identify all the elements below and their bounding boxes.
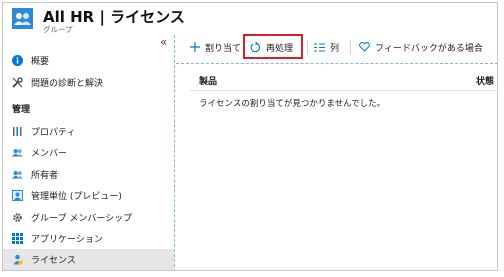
sidebar-item-label: ライセンス [31,256,76,266]
sidebar-item-owners[interactable]: 所有者 [3,164,174,185]
collapse-sidebar-button[interactable]: « [160,35,167,49]
members-icon [12,147,23,158]
info-icon [12,55,23,66]
reprocess-button-label: 再処理 [266,43,294,54]
sidebar-item-group-membership[interactable]: グループ メンバーシップ [3,207,174,228]
license-table: 製品 状態 ライセンスの割り当てが見つかりませんでした。 [176,63,497,270]
columns-button-label: 列 [330,43,340,54]
section-label-manage: 管理 [12,105,31,115]
header-divider [190,90,497,91]
column-header-product[interactable]: 製品 [199,74,217,87]
sidebar-item-diagnose-solve[interactable]: 問題の診断と解決 [3,72,174,93]
empty-state-message: ライセンスの割り当てが見つかりませんでした。 [199,99,386,109]
admin-unit-icon [12,190,23,201]
feedback-button[interactable]: フィードバックがある場合 [359,33,483,61]
sidebar-item-applications[interactable]: アプリケーション [3,228,174,249]
sidebar-item-label: 所有者 [31,171,59,181]
sidebar-item-overview[interactable]: 概要 [3,50,174,71]
heart-icon [359,42,370,52]
sidebar: « 概要 問題の診断と解決 管理 プロパティ メンバー 所有者 管理単位 (プレ… [3,35,175,270]
sidebar-item-label: プロパティ [31,128,76,138]
columns-button[interactable]: 列 [314,33,339,61]
sidebar-item-label: 概要 [31,57,50,67]
feedback-button-label: フィードバックがある場合 [375,43,483,54]
toolbar-separator [350,40,351,54]
toolbar-separator [307,40,308,54]
license-icon [12,254,23,265]
page-subtitle: グループ [43,25,73,34]
gear-icon [12,212,23,223]
owners-icon [12,169,23,180]
window: All HR | ライセンス グループ « 概要 問題の診断と解決 管理 プロパ… [2,2,498,271]
sidebar-item-licenses[interactable]: ライセンス [3,249,174,270]
sidebar-item-members[interactable]: メンバー [3,142,174,163]
sidebar-item-admin-units[interactable]: 管理単位 (プレビュー) [3,185,174,206]
sidebar-item-properties[interactable]: プロパティ [3,121,174,142]
reprocess-button[interactable]: 再処理 [250,33,293,61]
command-bar: 割り当て 再処理 列 フィードバックがある場合 [176,33,497,61]
plus-icon [190,42,200,52]
sidebar-item-label: アプリケーション [31,235,103,245]
assign-button-label: 割り当て [205,43,242,54]
wrench-icon [12,77,23,88]
refresh-icon [250,41,261,53]
properties-icon [12,126,23,137]
apps-grid-icon [12,233,23,244]
column-header-status[interactable]: 状態 [476,74,494,87]
group-icon [12,8,33,29]
columns-icon [314,43,325,52]
sidebar-item-label: グループ メンバーシップ [31,214,133,224]
sidebar-item-label: メンバー [31,149,68,159]
assign-button[interactable]: 割り当て [190,33,241,61]
sidebar-item-label: 問題の診断と解決 [31,79,104,89]
sidebar-item-label: 管理単位 (プレビュー) [31,192,122,202]
page-header: All HR | ライセンス グループ [3,3,497,35]
